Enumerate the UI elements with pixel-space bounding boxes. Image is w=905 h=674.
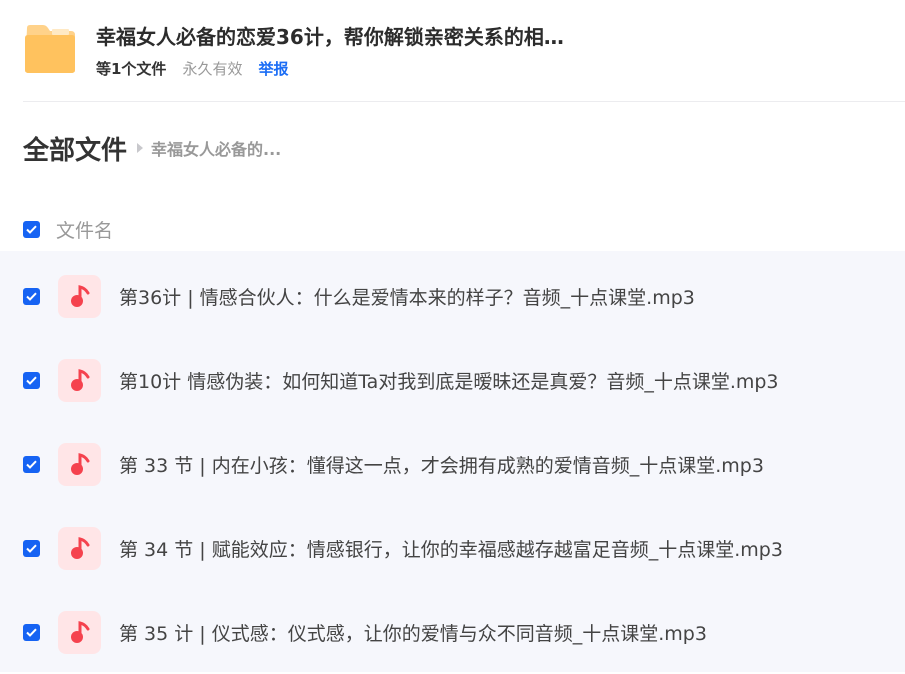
file-name[interactable]: 第 34 节 | 赋能效应：情感银行，让你的幸福感越存越富足音频_十点课堂.mp… — [119, 535, 783, 562]
music-icon — [58, 526, 101, 570]
file-row[interactable]: 第 34 节 | 赋能效应：情感银行，让你的幸福感越存越富足音频_十点课堂.mp… — [0, 506, 905, 590]
share-title: 幸福女人必备的恋爱36计，帮你解锁亲密关系的相… — [96, 25, 564, 49]
list-header: 文件名 — [0, 208, 905, 250]
file-checkbox[interactable] — [23, 287, 40, 305]
share-header: 幸福女人必备的恋爱36计，帮你解锁亲密关系的相… 等1个文件 永久有效 举报 — [0, 0, 905, 102]
checkmark-icon — [26, 460, 37, 469]
folder-icon — [25, 25, 75, 73]
music-icon — [58, 274, 101, 318]
file-name[interactable]: 第 35 计 | 仪式感：仪式感，让你的爱情与众不同音频_十点课堂.mp3 — [119, 619, 707, 646]
checkmark-icon — [26, 544, 37, 553]
music-icon — [58, 610, 101, 654]
checkmark-icon — [26, 376, 37, 385]
file-name[interactable]: 第36计 | 情感合伙人：什么是爱情本来的样子？音频_十点课堂.mp3 — [119, 283, 695, 310]
header-divider — [23, 101, 905, 102]
report-link[interactable]: 举报 — [258, 58, 288, 80]
breadcrumb-current[interactable]: 幸福女人必备的... — [151, 136, 281, 160]
select-all-checkbox[interactable] — [23, 220, 40, 238]
file-checkbox[interactable] — [23, 623, 40, 641]
checkmark-icon — [26, 628, 37, 637]
validity-label: 永久有效 — [182, 60, 243, 78]
breadcrumb-separator-icon — [137, 143, 144, 153]
file-count: 等1个文件 — [96, 60, 167, 78]
share-meta: 等1个文件 永久有效 举报 — [96, 58, 288, 80]
breadcrumb-root[interactable]: 全部文件 — [23, 130, 127, 167]
file-row[interactable]: 第36计 | 情感合伙人：什么是爱情本来的样子？音频_十点课堂.mp3 — [0, 254, 905, 338]
file-checkbox[interactable] — [23, 371, 40, 389]
music-icon — [58, 442, 101, 486]
file-list: 第36计 | 情感合伙人：什么是爱情本来的样子？音频_十点课堂.mp3 第10计… — [0, 251, 905, 672]
file-checkbox[interactable] — [23, 455, 40, 473]
file-name[interactable]: 第 33 节 | 内在小孩：懂得这一点，才会拥有成熟的爱情音频_十点课堂.mp3 — [119, 451, 764, 478]
file-checkbox[interactable] — [23, 539, 40, 557]
file-row[interactable]: 第10计 情感伪装：如何知道Ta对我到底是暧昧还是真爱？音频_十点课堂.mp3 — [0, 338, 905, 422]
file-name[interactable]: 第10计 情感伪装：如何知道Ta对我到底是暧昧还是真爱？音频_十点课堂.mp3 — [119, 367, 779, 394]
file-row[interactable]: 第 35 计 | 仪式感：仪式感，让你的爱情与众不同音频_十点课堂.mp3 — [0, 590, 905, 674]
file-row[interactable]: 第 33 节 | 内在小孩：懂得这一点，才会拥有成熟的爱情音频_十点课堂.mp3 — [0, 422, 905, 506]
checkmark-icon — [26, 292, 37, 301]
music-icon — [58, 358, 101, 402]
breadcrumb: 全部文件 幸福女人必备的... — [23, 130, 281, 166]
column-header-filename[interactable]: 文件名 — [56, 216, 113, 243]
checkmark-icon — [26, 225, 37, 234]
